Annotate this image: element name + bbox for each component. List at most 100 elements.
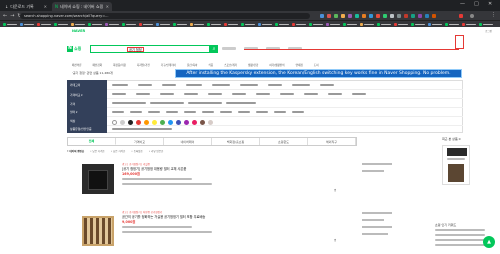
maximize-button[interactable]: □ — [474, 1, 479, 7]
extension-icon[interactable] — [355, 13, 359, 18]
url-field[interactable]: search.shopping.naver.com/search/all?que… — [20, 12, 310, 19]
keyword-line[interactable] — [435, 244, 485, 246]
keyword-line[interactable] — [435, 239, 485, 241]
filter-option[interactable] — [112, 128, 172, 130]
wishlist-button[interactable]: 찜 — [334, 188, 336, 192]
extension-icon[interactable] — [425, 13, 429, 18]
category-item[interactable]: 식품 — [208, 63, 213, 67]
color-swatch-pink[interactable] — [192, 120, 197, 125]
filter-option[interactable] — [202, 111, 214, 113]
color-swatch-navy[interactable] — [176, 120, 181, 125]
filter-option[interactable] — [112, 102, 146, 104]
bookmark-item[interactable] — [394, 23, 408, 27]
filter-option[interactable] — [220, 111, 232, 113]
close-icon[interactable]: ✕ — [44, 4, 47, 9]
category-item[interactable]: 도서 — [314, 63, 319, 67]
extension-icon[interactable] — [432, 13, 436, 18]
bookmark-item[interactable] — [54, 23, 68, 27]
filter-option[interactable] — [112, 93, 126, 95]
product-item[interactable]: 광고 | 공기청정기 | 거실용 [공기 청정기] 공기청정 대용량 필터 교체… — [82, 160, 357, 202]
bookmark-item[interactable] — [445, 23, 459, 27]
bookmark-item[interactable] — [479, 23, 493, 27]
wishlist-button[interactable]: 찜 — [334, 238, 336, 242]
bookmark-item[interactable] — [207, 23, 221, 27]
naver-logo[interactable]: NAVER — [72, 29, 85, 33]
extension-icon[interactable] — [334, 13, 338, 18]
filter-option[interactable] — [130, 111, 142, 113]
filter-option[interactable] — [160, 93, 174, 95]
extension-icon[interactable] — [341, 13, 345, 18]
filter-option[interactable] — [184, 111, 196, 113]
keyword-line[interactable] — [435, 229, 485, 231]
search-hint[interactable] — [222, 47, 236, 50]
filter-option[interactable] — [320, 84, 334, 86]
bookmark-item[interactable] — [224, 23, 238, 27]
recent-product-card[interactable] — [442, 145, 470, 185]
extension-icon[interactable] — [418, 13, 422, 18]
tab-naverpay[interactable]: 네이버페이 — [164, 138, 212, 145]
bookmark-item[interactable] — [258, 23, 272, 27]
filter-option[interactable] — [274, 111, 286, 113]
filter-option[interactable] — [166, 111, 178, 113]
color-swatch-red[interactable] — [136, 120, 141, 125]
bookmark-item[interactable] — [292, 23, 306, 27]
close-window-button[interactable]: ✕ — [488, 1, 492, 7]
category-item[interactable]: 패션의류 — [72, 63, 82, 67]
filter-option[interactable] — [352, 93, 366, 95]
extension-icon[interactable] — [320, 13, 324, 18]
filter-option[interactable] — [112, 84, 128, 86]
bookmark-item[interactable] — [326, 23, 340, 27]
tab-overseas[interactable]: 해외직구 — [308, 138, 356, 145]
filter-option[interactable] — [256, 93, 270, 95]
category-item[interactable]: 스포츠/레저 — [224, 63, 237, 67]
sort-option[interactable]: • 낮은 가격순 — [90, 149, 105, 153]
color-swatch-brown[interactable] — [200, 120, 205, 125]
filter-option[interactable] — [280, 93, 294, 95]
filter-option[interactable] — [238, 111, 250, 113]
extension-icon[interactable] — [404, 13, 408, 18]
bookmark-item[interactable] — [190, 23, 204, 27]
color-swatch-purple[interactable] — [184, 120, 189, 125]
product-item[interactable]: 광고 | 공기청정기 | 차량용 공기청정기 공간의 공기를 정화하는 거실용 … — [82, 208, 357, 250]
extension-icon[interactable] — [348, 13, 352, 18]
filter-option[interactable] — [184, 93, 198, 95]
tab-download-history[interactable]: ↓ 다운로드 기록 ✕ — [2, 2, 50, 11]
category-item[interactable]: 출산/육아 — [187, 63, 197, 67]
filter-option[interactable] — [148, 111, 160, 113]
extension-icon[interactable] — [397, 13, 401, 18]
color-swatch-beige[interactable] — [208, 120, 213, 125]
filter-option[interactable] — [186, 84, 202, 86]
minimize-button[interactable]: — — [460, 1, 465, 7]
filter-option[interactable] — [256, 111, 268, 113]
filter-label[interactable]: 가격비교 ▾ — [70, 93, 83, 97]
search-query-text[interactable]: 공기 청정 — [127, 46, 144, 52]
filter-option[interactable] — [212, 84, 230, 86]
category-item[interactable]: 화장품/미용 — [113, 63, 126, 67]
tab-naver-shopping[interactable]: N 네이버 쇼핑 : 네이버 쇼핑 ✕ — [52, 2, 112, 11]
extension-icon[interactable] — [383, 13, 387, 18]
extension-icon[interactable] — [369, 13, 373, 18]
product-thumbnail[interactable] — [82, 164, 114, 194]
product-title[interactable]: 공간의 공기를 정화하는 거실용 공기청정기 필터 포함 무료배송 — [122, 214, 212, 219]
bookmark-item[interactable] — [88, 23, 102, 27]
color-swatch-gray[interactable] — [120, 120, 125, 125]
bookmark-item[interactable] — [122, 23, 136, 27]
sort-option[interactable]: • 높은 가격순 — [111, 149, 126, 153]
filter-option[interactable] — [138, 84, 152, 86]
extension-icon[interactable] — [376, 13, 380, 18]
filter-option[interactable] — [328, 93, 342, 95]
bookmark-item[interactable] — [360, 23, 374, 27]
filter-option[interactable] — [292, 84, 310, 86]
close-icon[interactable]: ✕ — [106, 4, 109, 9]
kaspersky-extension-icon[interactable] — [459, 13, 463, 18]
sort-option[interactable]: • 등록일순 — [131, 149, 142, 153]
filter-option[interactable] — [188, 102, 222, 104]
filter-option[interactable] — [226, 102, 256, 104]
filter-option[interactable] — [304, 93, 318, 95]
filter-option[interactable] — [232, 93, 246, 95]
filter-option[interactable] — [268, 84, 282, 86]
filter-option[interactable] — [240, 84, 258, 86]
keyword-line[interactable] — [435, 234, 485, 236]
product-thumbnail[interactable] — [82, 216, 114, 246]
color-swatch-white[interactable] — [112, 120, 117, 125]
